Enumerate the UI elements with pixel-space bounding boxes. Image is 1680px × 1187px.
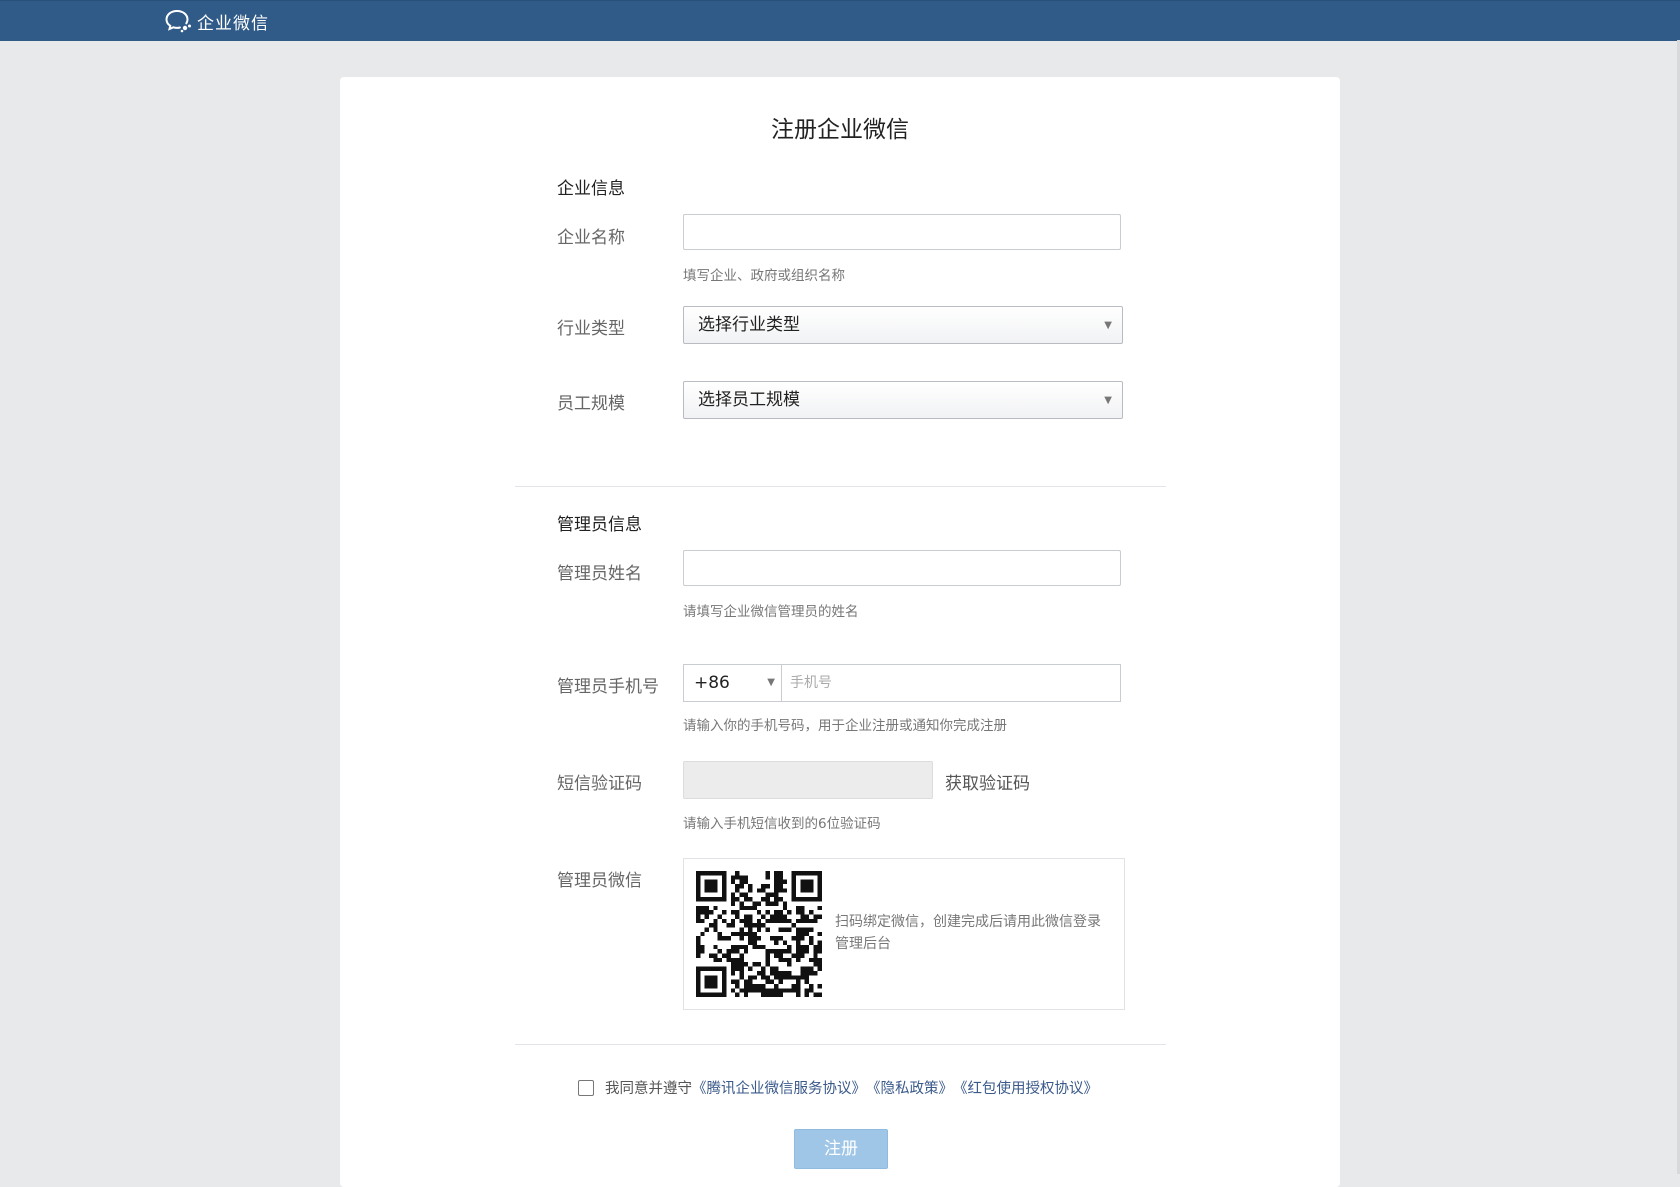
admin-phone-label: 管理员手机号 xyxy=(557,677,659,697)
get-sms-code-button[interactable]: 获取验证码 xyxy=(945,769,1030,794)
wechat-work-logo-icon xyxy=(165,10,191,33)
qr-panel: 扫码绑定微信，创建完成后请用此微信登录管理后台 xyxy=(683,858,1125,1010)
sms-code-label: 短信验证码 xyxy=(557,774,642,794)
top-bar: 企业微信 xyxy=(0,0,1680,41)
industry-select[interactable]: 选择行业类型 ▼ xyxy=(683,306,1123,344)
agreement-prefix: 我同意并遵守 xyxy=(605,1081,692,1097)
country-code-select[interactable]: +86 ▼ xyxy=(683,664,781,702)
company-section-title: 企业信息 xyxy=(557,179,625,199)
qr-code-icon xyxy=(696,871,822,997)
register-button[interactable]: 注册 xyxy=(794,1129,888,1169)
page-title: 注册企业微信 xyxy=(771,117,909,143)
sms-code-hint: 请输入手机短信收到的6位验证码 xyxy=(683,816,881,832)
staff-size-select[interactable]: 选择员工规模 ▼ xyxy=(683,381,1123,419)
section-divider xyxy=(515,486,1166,487)
chevron-down-icon: ▼ xyxy=(1104,320,1112,331)
admin-phone-hint: 请输入你的手机号码，用于企业注册或通知你完成注册 xyxy=(683,718,1007,734)
admin-wechat-label: 管理员微信 xyxy=(557,871,642,891)
company-name-input[interactable] xyxy=(683,214,1121,250)
sms-code-input[interactable] xyxy=(683,761,933,799)
chevron-down-icon: ▼ xyxy=(1104,395,1112,406)
brand-name: 企业微信 xyxy=(197,13,269,34)
industry-label: 行业类型 xyxy=(557,319,625,339)
redpacket-agreement-link[interactable]: 《红包使用授权协议》 xyxy=(953,1077,1098,1098)
staff-size-select-value: 选择员工规模 xyxy=(698,390,800,410)
qr-instruction: 扫码绑定微信，创建完成后请用此微信登录管理后台 xyxy=(835,914,1101,952)
phone-placeholder: 手机号 xyxy=(790,675,832,691)
phone-input[interactable]: 手机号 xyxy=(781,664,1121,702)
admin-name-hint: 请填写企业微信管理员的姓名 xyxy=(683,604,859,620)
admin-name-label: 管理员姓名 xyxy=(557,564,642,584)
admin-name-input[interactable] xyxy=(683,550,1121,586)
service-agreement-link[interactable]: 《腾讯企业微信服务协议》 xyxy=(692,1077,866,1098)
company-name-hint: 填写企业、政府或组织名称 xyxy=(683,268,845,284)
agreement-checkbox[interactable] xyxy=(578,1079,594,1096)
chevron-down-icon: ▼ xyxy=(767,677,775,688)
privacy-policy-link[interactable]: 《隐私政策》 xyxy=(866,1077,953,1098)
admin-section-title: 管理员信息 xyxy=(557,515,642,535)
company-name-label: 企业名称 xyxy=(557,228,625,248)
section-divider xyxy=(515,1044,1166,1045)
agreement-row: 我同意并遵守 《腾讯企业微信服务协议》 《隐私政策》 《红包使用授权协议》 xyxy=(578,1077,1098,1098)
industry-select-value: 选择行业类型 xyxy=(698,315,800,335)
brand-logo[interactable]: 企业微信 xyxy=(165,9,269,34)
register-card: 注册企业微信 企业信息 企业名称 填写企业、政府或组织名称 行业类型 选择行业类… xyxy=(340,77,1340,1187)
country-code-value: +86 xyxy=(694,673,730,693)
staff-size-label: 员工规模 xyxy=(557,394,625,414)
